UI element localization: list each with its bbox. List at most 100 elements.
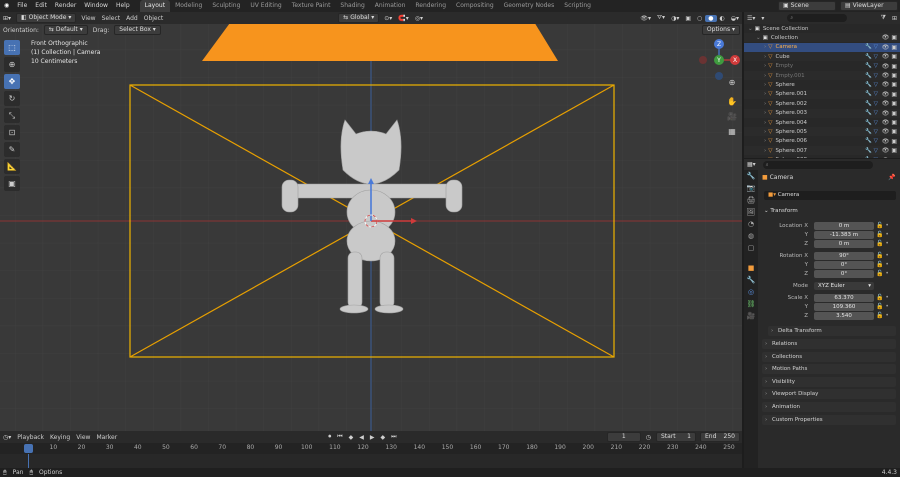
transform-section-header[interactable]: ⌄ Transform <box>764 208 798 214</box>
lock-icon[interactable]: 🔓 • <box>876 231 889 238</box>
pivot-icon[interactable]: ⊙▾ <box>381 15 395 22</box>
location-x-field[interactable]: 0 m <box>814 222 874 230</box>
output-tab-icon[interactable]: 🖨 <box>744 194 758 206</box>
data-icons[interactable]: 🔧 ▽ <box>865 157 878 158</box>
expand-arrow-icon[interactable]: › <box>764 91 766 97</box>
play-icon[interactable]: ▶ <box>367 434 378 441</box>
camera-view-icon[interactable]: 🎥 <box>726 110 738 122</box>
data-icons[interactable]: 🔧 ▽ <box>865 73 878 79</box>
tab-shading[interactable]: Shading <box>335 0 369 12</box>
move-tool-icon[interactable]: ✥ <box>4 74 20 89</box>
lock-icon[interactable]: 🔓 • <box>876 252 889 259</box>
new-collection-icon[interactable]: ⊞ <box>889 15 900 22</box>
outliner-row[interactable]: › ▽ Sphere.004 🔧 ▽ 👁 ▣ <box>744 118 900 127</box>
data-icons[interactable]: 🔧 ▽ <box>865 63 878 69</box>
expand-arrow-icon[interactable]: › <box>764 44 766 50</box>
next-keyframe-icon[interactable]: ◆ <box>377 434 388 441</box>
3d-viewport[interactable]: Z Y X <box>0 12 742 431</box>
zoom-icon[interactable]: ⊕ <box>726 76 738 88</box>
lock-icon[interactable]: 🔓 • <box>876 312 889 319</box>
data-icons[interactable]: 🔧 ▽ <box>865 44 878 50</box>
menu-help[interactable]: Help <box>112 0 134 12</box>
outliner-row[interactable]: › ▽ Sphere 🔧 ▽ 👁 ▣ <box>744 80 900 89</box>
visibility-toggle-icon[interactable]: 👁 ▣ <box>882 147 897 154</box>
menu-render[interactable]: Render <box>51 0 80 12</box>
gizmo-toggle-icon[interactable]: ⛛▾ <box>654 14 668 22</box>
outliner-filter-icon[interactable]: ▾ <box>758 15 767 22</box>
visibility-toggle-icon[interactable]: 👁 ▣ <box>882 91 897 98</box>
shading-wireframe-icon[interactable]: ○ <box>694 15 705 22</box>
expand-arrow-icon[interactable]: › <box>764 129 766 135</box>
lock-icon[interactable]: 🔓 • <box>876 294 889 301</box>
visibility-toggle-icon[interactable]: 👁 ▣ <box>882 53 897 60</box>
prev-keyframe-icon[interactable]: ◆ <box>346 434 357 441</box>
menu-window[interactable]: Window <box>80 0 112 12</box>
outliner-row[interactable]: › ▽ Sphere.001 🔧 ▽ 👁 ▣ <box>744 89 900 99</box>
lock-icon[interactable]: 🔓 • <box>876 261 889 268</box>
drag-dropdown[interactable]: Select Box ▾ <box>114 25 161 35</box>
expand-arrow-icon[interactable]: ⌄ <box>756 35 761 41</box>
scale-z-field[interactable]: 3.540 <box>814 312 874 320</box>
proportional-editing-icon[interactable]: ◎▾ <box>412 15 426 22</box>
pin-icon[interactable]: 📌 <box>888 174 895 181</box>
shading-material-icon[interactable]: ◐ <box>717 15 728 22</box>
blender-logo-icon[interactable]: ◉ <box>0 0 13 12</box>
expand-arrow-icon[interactable]: › <box>764 120 766 126</box>
timeline-menu-playback[interactable]: Playback <box>14 434 47 441</box>
outliner[interactable]: ☰▾ ▾ ⌕ ⧩ ⊞ ⌄ ▣ Scene Collection ⌄ ▣ Collectio… <box>744 12 900 158</box>
expand-arrow-icon[interactable]: › <box>764 54 766 60</box>
add-cube-tool-icon[interactable]: ▣ <box>4 176 20 191</box>
menu-object[interactable]: Object <box>141 15 167 22</box>
tab-uv-editing[interactable]: UV Editing <box>245 0 286 12</box>
visibility-toggle-icon[interactable]: 👁 ▣ <box>882 119 897 126</box>
menu-select[interactable]: Select <box>99 15 124 22</box>
lock-icon[interactable]: 🔓 • <box>876 240 889 247</box>
pan-hand-icon[interactable]: ✋ <box>726 95 738 107</box>
data-icons[interactable]: 🔧 ▽ <box>865 129 878 135</box>
outliner-row[interactable]: › ▽ Cube 🔧 ▽ 👁 ▣ <box>744 52 900 62</box>
panel-relations[interactable]: Relations <box>762 339 896 349</box>
timeline-ruler[interactable]: 1102030405060708090100110120130140150160… <box>0 443 742 454</box>
data-icons[interactable]: 🔧 ▽ <box>865 120 878 126</box>
outliner-row[interactable]: ⌄ ▣ Scene Collection <box>744 24 900 33</box>
outliner-row[interactable]: › ▽ Sphere.003 🔧 ▽ 👁 ▣ <box>744 108 900 118</box>
menu-add[interactable]: Add <box>123 15 141 22</box>
expand-arrow-icon[interactable]: › <box>764 82 766 88</box>
editor-type-icon[interactable]: ⊞▾ <box>0 15 14 22</box>
tab-scripting[interactable]: Scripting <box>559 0 596 12</box>
outliner-row[interactable]: › ▽ Camera 🔧 ▽ 👁 ▣ <box>744 42 900 52</box>
outliner-row[interactable]: ⌄ ▣ Collection 👁 ▣ <box>744 33 900 43</box>
playhead[interactable] <box>24 444 33 453</box>
visibility-toggle-icon[interactable]: 👁 ▣ <box>882 110 897 117</box>
panel-custom-properties[interactable]: Custom Properties <box>762 414 896 425</box>
menu-view[interactable]: View <box>78 15 98 22</box>
data-icons[interactable]: 🔧 ▽ <box>865 138 878 144</box>
tab-compositing[interactable]: Compositing <box>451 0 499 12</box>
lock-icon[interactable]: 🔓 • <box>876 270 889 277</box>
view-layer-tab-icon[interactable]: 🖼 <box>744 206 758 218</box>
gizmo-neg-z-ball[interactable] <box>715 72 723 80</box>
menu-edit[interactable]: Edit <box>31 0 51 12</box>
panel-collections[interactable]: Collections <box>762 351 896 362</box>
expand-arrow-icon[interactable]: › <box>764 63 766 69</box>
visibility-toggle-icon[interactable]: 👁 ▣ <box>882 72 897 79</box>
tab-rendering[interactable]: Rendering <box>410 0 451 12</box>
expand-arrow-icon[interactable]: › <box>764 110 766 116</box>
timeline-menu-marker[interactable]: Marker <box>93 434 120 441</box>
properties-editor-icon[interactable]: ▦▾ <box>744 161 759 168</box>
scale-tool-icon[interactable]: ⤡ <box>4 108 20 123</box>
outliner-row[interactable]: › ▽ Empty 🔧 ▽ 👁 ▣ <box>744 62 900 71</box>
xray-icon[interactable]: ▣ <box>682 15 694 22</box>
render-tab-icon[interactable]: 📷 <box>744 182 758 194</box>
options-dropdown[interactable]: Options ▾ <box>701 25 740 35</box>
location-z-field[interactable]: 0 m <box>814 240 874 248</box>
ortho-grid-icon[interactable]: ▦ <box>726 125 738 137</box>
expand-arrow-icon[interactable]: › <box>764 148 766 154</box>
panel-viewport-display[interactable]: Viewport Display <box>762 389 896 400</box>
outliner-row[interactable]: ›▽Sphere.008 🔧 ▽ 👁 ▣ <box>744 156 900 158</box>
data-icons[interactable]: 🔧 ▽ <box>865 101 878 107</box>
timeline-editor-icon[interactable]: ◷▾ <box>0 434 14 441</box>
rotate-tool-icon[interactable]: ↻ <box>4 91 20 106</box>
panel-animation[interactable]: Animation <box>762 402 896 412</box>
rotation-mode-dropdown[interactable]: XYZ Euler ▾ <box>814 282 874 290</box>
